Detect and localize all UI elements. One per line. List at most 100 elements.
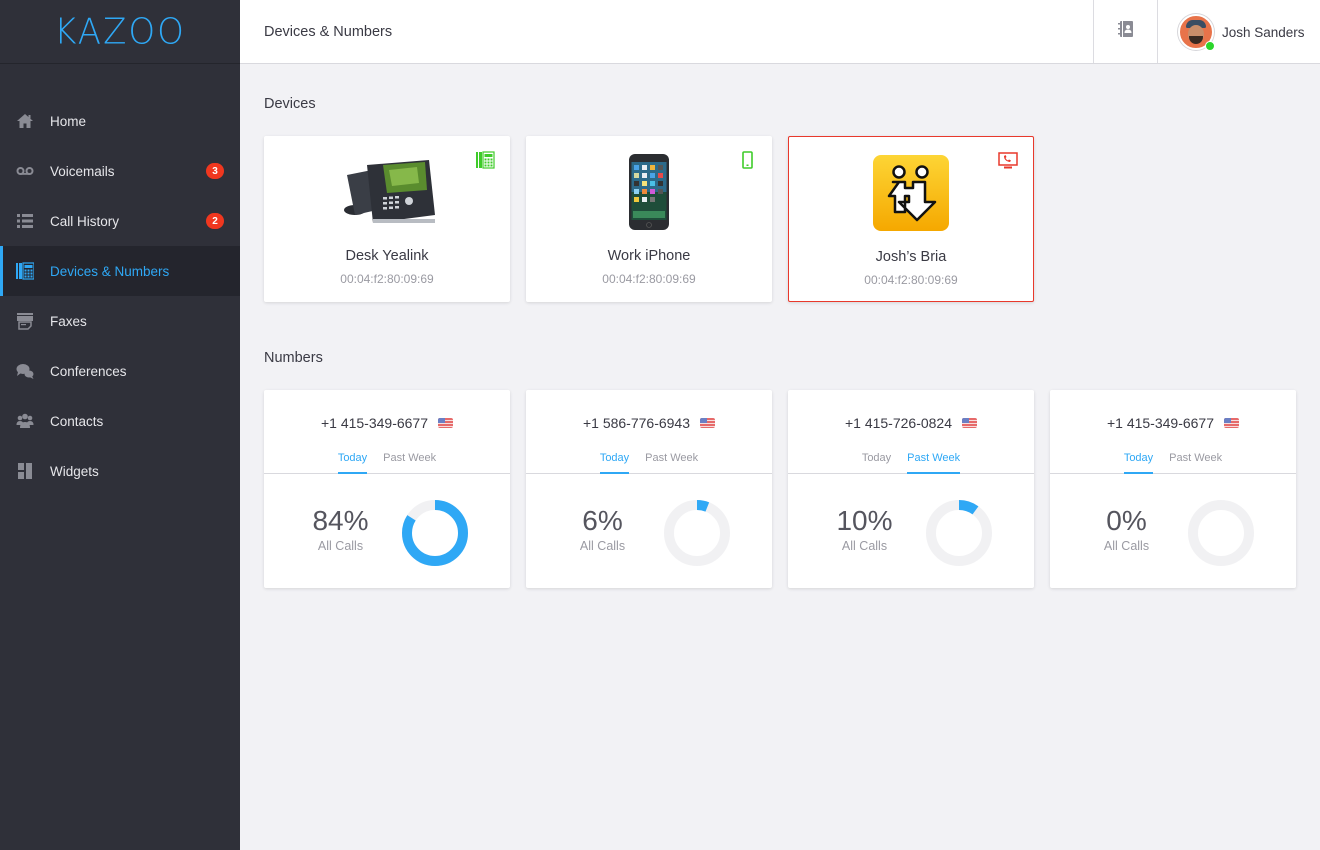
sidebar-item-devices-numbers[interactable]: Devices & Numbers [0,246,240,296]
phone-number-text: +1 415-349-6677 [320,415,429,431]
period-tabs: Today Past Week [1050,452,1296,474]
tab-past-week[interactable]: Past Week [383,452,436,473]
device-name: Josh’s Bria [875,249,947,265]
phone-number: +1 415-726-0824 [788,415,1034,431]
device-card[interactable]: Desk Yealink 00:04:f2:80:09:69 [264,136,510,302]
device-name: Work iPhone [607,248,691,264]
sidebar-item-voicemails[interactable]: Voicemails 3 [0,146,240,196]
tab-past-week[interactable]: Past Week [1169,452,1222,473]
devices-section-title: Devices [264,96,316,112]
fax-icon [0,312,50,330]
sidebar-item-label: Conferences [50,363,127,379]
percent-donut [664,500,730,566]
number-card: +1 415-349-6677 Today Past Week 84% All … [264,390,510,588]
sidebar-item-conferences[interactable]: Conferences [0,346,240,396]
device-card-selected[interactable]: Josh’s Bria 00:04:f2:80:09:69 [788,136,1034,302]
sidebar-item-call-history[interactable]: Call History 2 [0,196,240,246]
top-header: Devices & Numbers Josh Sanders [240,0,1320,64]
percent-value: 84% [312,505,369,536]
sidebar-item-label: Faxes [50,313,87,329]
donut-track [664,500,730,566]
sidebar-item-label: Contacts [50,413,104,429]
sidebar-item-label: Voicemails [50,163,115,179]
tab-today[interactable]: Today [337,452,368,474]
logo[interactable]: KAZOO [0,0,240,64]
percent-donut [1188,500,1254,566]
us-flag-icon [438,418,454,428]
tab-past-week[interactable]: Past Week [645,452,698,473]
numbers-section-title: Numbers [264,350,323,366]
percent-donut [402,500,468,566]
softphone-icon [998,152,1018,170]
voicemail-icon [0,162,50,180]
sidebar-item-label: Call History [50,213,120,229]
desk-phone-icon [475,151,495,169]
bria-app-icon [861,153,961,233]
stat-label: All Calls [1103,539,1150,553]
us-flag-icon [700,418,716,428]
percent-value: 0% [1106,505,1147,536]
desk-phone-image [337,152,437,232]
stat-label: All Calls [841,539,888,553]
home-icon [0,112,50,130]
device-name: Desk Yealink [345,248,429,264]
phone-number-text: +1 586-776-6943 [582,415,691,431]
iphone-image [599,152,699,232]
sidebar-item-faxes[interactable]: Faxes [0,296,240,346]
devices-icon [0,262,50,280]
sidebar-nav: Home Voicemails 3 Call History 2 Devices… [0,96,240,496]
stat-label: All Calls [317,539,364,553]
call-stat: 10% All Calls [828,505,901,553]
user-menu[interactable]: Josh Sanders [1178,14,1305,51]
tab-past-week[interactable]: Past Week [907,452,961,474]
percent-donut [926,500,992,566]
list-icon [0,212,50,230]
address-book-icon [1117,20,1135,43]
sidebar-item-label: Home [50,113,87,129]
device-mac: 00:04:f2:80:09:69 [602,272,696,286]
sidebar-item-widgets[interactable]: Widgets [0,446,240,496]
call-stat: 0% All Calls [1090,505,1163,553]
sidebar-item-contacts[interactable]: Contacts [0,396,240,446]
percent-value: 10% [836,505,893,536]
phone-number: +1 415-349-6677 [1050,415,1296,431]
sidebar-item-label: Devices & Numbers [50,263,170,279]
us-flag-icon [1224,418,1240,428]
address-book-button[interactable] [1093,0,1158,63]
number-card: +1 586-776-6943 Today Past Week 6% All C… [526,390,772,588]
mobile-phone-icon [737,151,757,169]
widgets-icon [0,462,50,480]
chat-bubbles-icon [0,362,50,380]
call-stat: 6% All Calls [566,505,639,553]
sidebar-item-home[interactable]: Home [0,96,240,146]
page-title: Devices & Numbers [264,24,393,40]
stat-label: All Calls [579,539,626,553]
device-card[interactable]: Work iPhone 00:04:f2:80:09:69 [526,136,772,302]
phone-number-text: +1 415-726-0824 [844,415,953,431]
percent-value: 6% [582,505,623,536]
voicemail-count-badge: 3 [206,163,224,179]
device-mac: 00:04:f2:80:09:69 [864,273,958,287]
us-flag-icon [962,418,978,428]
number-card: +1 415-726-0824 Today Past Week 10% All … [788,390,1034,588]
online-status-indicator [1205,41,1215,51]
period-tabs: Today Past Week [264,452,510,474]
tab-today[interactable]: Today [1123,452,1154,474]
number-card: +1 415-349-6677 Today Past Week 0% All C… [1050,390,1296,588]
logo-text: KAZOO [54,10,186,53]
avatar [1178,14,1215,51]
call-stat: 84% All Calls [304,505,377,553]
call-history-count-badge: 2 [206,213,224,229]
donut-track [1188,500,1254,566]
user-name: Josh Sanders [1222,24,1305,40]
phone-number: +1 586-776-6943 [526,415,772,431]
tab-today[interactable]: Today [862,452,891,473]
phone-number-text: +1 415-349-6677 [1106,415,1215,431]
tab-today[interactable]: Today [599,452,630,474]
sidebar: KAZOO Home Voicemails 3 Call History 2 D… [0,0,240,850]
period-tabs: Today Past Week [526,452,772,474]
period-tabs: Today Past Week [788,452,1034,474]
donut-track [926,500,992,566]
phone-number: +1 415-349-6677 [264,415,510,431]
device-mac: 00:04:f2:80:09:69 [340,272,434,286]
